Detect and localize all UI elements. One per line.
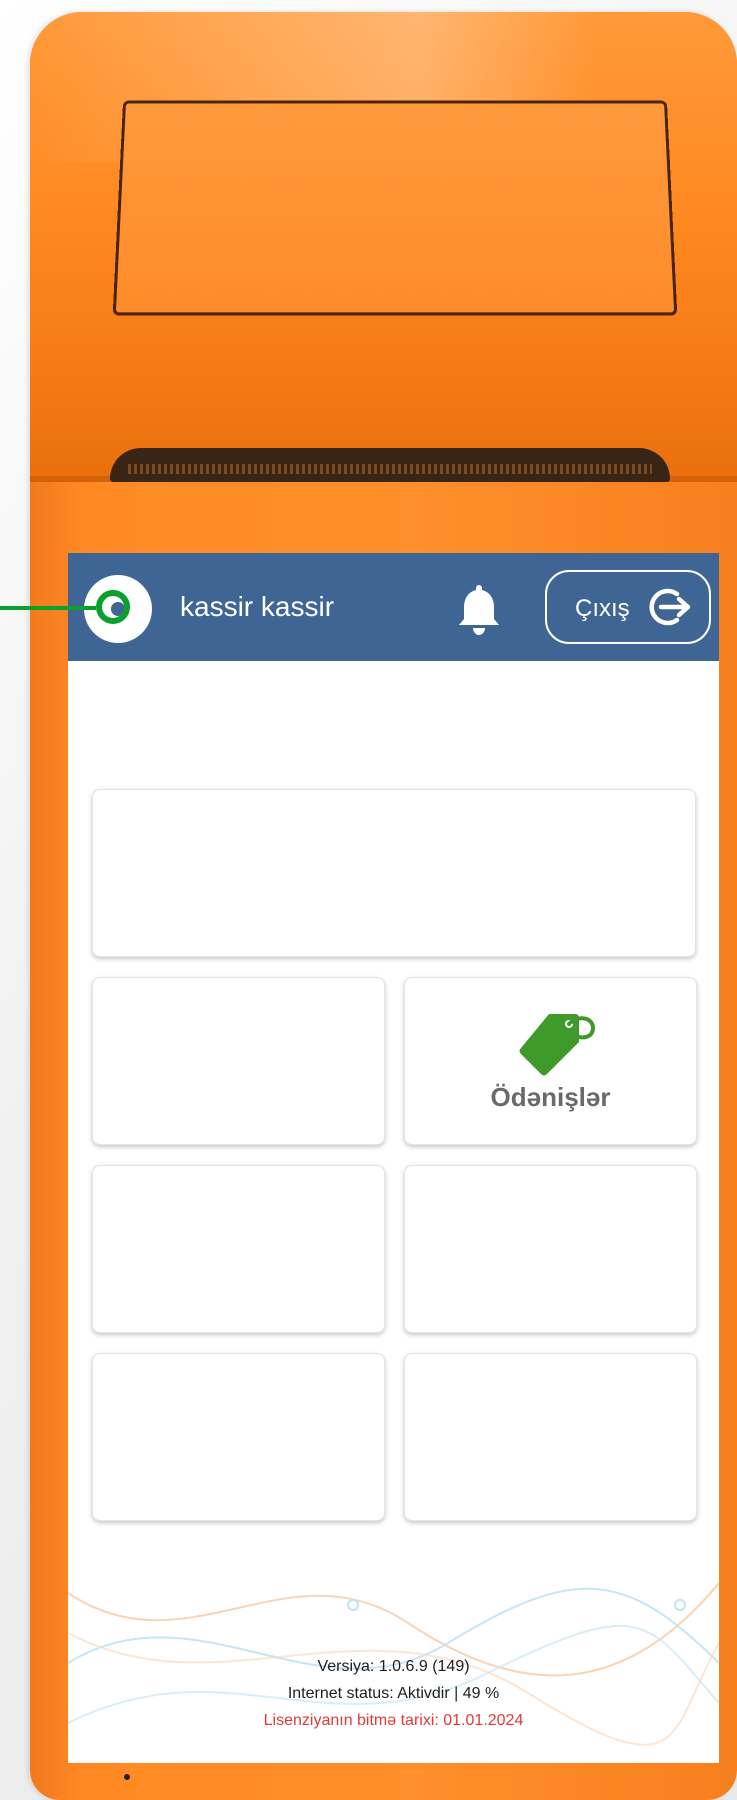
menu-tile-3[interactable] xyxy=(92,1165,385,1333)
annotation-pointer-line xyxy=(0,606,96,610)
price-tag-icon xyxy=(519,1014,596,1076)
printer-lid xyxy=(112,100,678,316)
device-screen: kassir kassir Çıxış Ödənişlər Versiya: 1… xyxy=(68,553,719,1763)
license-expiry-text: Lisenziyanın bitmə tarixi: 01.01.2024 xyxy=(263,1712,524,1729)
internet-status-text: Internet status: Aktivdir | 49 % xyxy=(287,1685,500,1702)
menu-tile-wide[interactable] xyxy=(92,789,696,957)
menu-tile-4[interactable] xyxy=(404,1165,697,1333)
logout-button[interactable]: Çıxış xyxy=(545,570,711,644)
app-header: kassir kassir Çıxış xyxy=(68,553,719,661)
menu-tile-6[interactable] xyxy=(404,1353,697,1521)
payments-label: Ödənişlər xyxy=(490,1082,611,1112)
bell-icon[interactable] xyxy=(454,581,504,637)
camera-dot xyxy=(124,1774,130,1780)
menu-tile-5[interactable] xyxy=(92,1353,385,1521)
menu-tile-1[interactable] xyxy=(92,977,385,1145)
user-name: kassir kassir xyxy=(180,591,335,622)
version-text: Versiya: 1.0.6.9 (149) xyxy=(317,1658,470,1675)
payments-tile[interactable]: Ödənişlər xyxy=(404,977,697,1145)
annotation-pointer-ring xyxy=(96,590,130,624)
paper-slot xyxy=(110,448,670,482)
logout-icon xyxy=(649,588,691,626)
app-footer: Versiya: 1.0.6.9 (149) Internet status: … xyxy=(68,1653,719,1734)
logout-label: Çıxış xyxy=(575,595,630,622)
